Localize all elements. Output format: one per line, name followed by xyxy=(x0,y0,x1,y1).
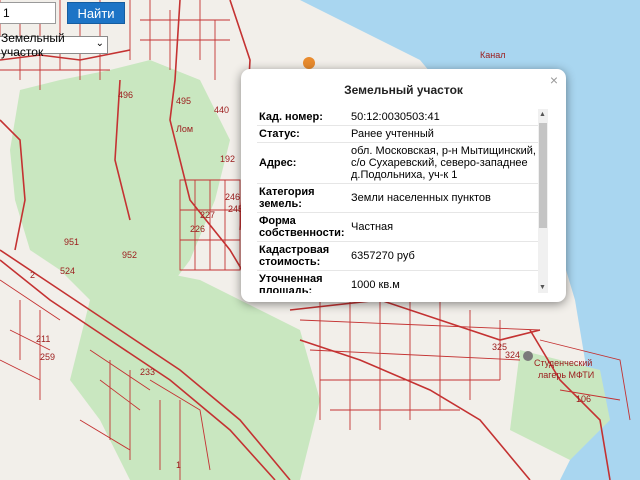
svg-text:106: 106 xyxy=(576,394,591,404)
svg-text:2: 2 xyxy=(30,270,35,280)
info-label: Кад. номер: xyxy=(257,109,349,126)
info-table: Кад. номер: 50:12:0030503:41 Статус: Ранее … xyxy=(257,109,539,293)
camp-marker[interactable] xyxy=(523,351,533,361)
svg-text:951: 951 xyxy=(64,237,79,247)
svg-text:лагерь МФТИ: лагерь МФТИ xyxy=(538,370,594,380)
info-label: Категория земель: xyxy=(257,183,349,213)
parcel-info-popup: Земельный участок × Кад. номер: 50:12:003… xyxy=(241,69,566,302)
info-value: обл. Московская, р-н Мытищинский, с/о Су… xyxy=(349,142,539,184)
info-label: Форма собственности: xyxy=(257,212,349,242)
layer-select-value: Земельный участок xyxy=(1,31,65,59)
popup-title: Земельный участок xyxy=(344,83,463,97)
info-row: Адрес: обл. Московская, р-н Мытищинский, … xyxy=(257,142,539,184)
svg-text:495: 495 xyxy=(176,96,191,106)
svg-text:952: 952 xyxy=(122,250,137,260)
svg-text:524: 524 xyxy=(60,266,75,276)
info-row: Категория земель: Земли населенных пункто… xyxy=(257,183,539,213)
info-value: 1000 кв.м xyxy=(349,270,539,293)
svg-text:226: 226 xyxy=(190,224,205,234)
popup-scrollbar[interactable]: ▲ ▼ xyxy=(538,109,548,293)
info-table-container[interactable]: Кад. номер: 50:12:0030503:41 Статус: Ранее … xyxy=(257,109,555,293)
info-row: Кад. номер: 50:12:0030503:41 xyxy=(257,109,539,126)
info-label: Статус: xyxy=(257,125,349,143)
info-value: Ранее учтенный xyxy=(349,125,539,143)
scroll-down-icon[interactable]: ▼ xyxy=(539,284,546,291)
svg-text:324: 324 xyxy=(505,350,520,360)
svg-text:440: 440 xyxy=(214,105,229,115)
info-label: Уточненная площадь: xyxy=(257,270,349,293)
info-row: Форма собственности: Частная xyxy=(257,212,539,242)
info-value: 50:12:0030503:41 xyxy=(349,109,539,126)
svg-text:246: 246 xyxy=(225,192,240,202)
poi-marker[interactable] xyxy=(303,57,315,69)
search-input[interactable] xyxy=(0,2,56,24)
svg-text:Канал: Канал xyxy=(480,50,505,60)
info-value: Земли населенных пунктов xyxy=(349,183,539,213)
svg-text:Студенческий: Студенческий xyxy=(534,358,592,368)
layer-select[interactable]: Земельный участок ⌄ xyxy=(0,31,108,59)
info-row: Уточненная площадь: 1000 кв.м xyxy=(257,270,539,293)
close-icon[interactable]: × xyxy=(550,72,558,88)
scroll-thumb[interactable] xyxy=(539,123,547,228)
svg-text:Лом: Лом xyxy=(176,124,193,134)
svg-text:192: 192 xyxy=(220,154,235,164)
info-label: Адрес: xyxy=(257,142,349,184)
info-row: Статус: Ранее учтенный xyxy=(257,125,539,143)
info-label: Кадастровая стоимость: xyxy=(257,241,349,271)
info-value: Частная xyxy=(349,212,539,242)
svg-text:233: 233 xyxy=(140,367,155,377)
info-row: Кадастровая стоимость: 6357270 руб xyxy=(257,241,539,271)
svg-text:496: 496 xyxy=(118,90,133,100)
svg-text:259: 259 xyxy=(40,352,55,362)
find-button[interactable]: Найти xyxy=(67,2,125,24)
svg-text:227: 227 xyxy=(200,210,215,220)
chevron-down-icon: ⌄ xyxy=(95,38,104,49)
svg-text:1: 1 xyxy=(176,460,181,470)
svg-text:211: 211 xyxy=(36,334,50,344)
info-value: 6357270 руб xyxy=(349,241,539,271)
scroll-up-icon[interactable]: ▲ xyxy=(539,111,546,118)
